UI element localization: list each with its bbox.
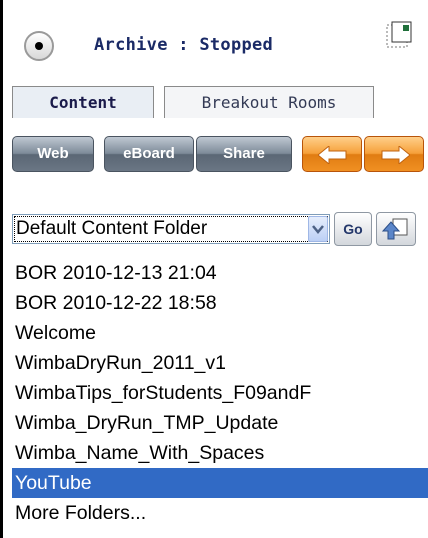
- share-button[interactable]: Share: [196, 136, 292, 172]
- selected-folder-label: Default Content Folder: [16, 218, 208, 239]
- folder-list-item[interactable]: BOR 2010-12-13 21:04: [12, 258, 428, 288]
- eboard-button[interactable]: eBoard: [104, 136, 194, 172]
- archive-status-text: Archive : Stopped: [94, 35, 274, 55]
- popout-window-icon[interactable]: [385, 21, 413, 51]
- content-tabs: Content Breakout Rooms: [12, 86, 420, 118]
- folder-list-item[interactable]: Wimba_Name_With_Spaces: [12, 438, 428, 468]
- arrow-left-icon: [318, 146, 347, 164]
- chevron-down-icon[interactable]: [308, 216, 328, 242]
- up-folder-icon: [381, 218, 408, 240]
- up-folder-button[interactable]: [376, 212, 416, 246]
- tab-breakout-rooms[interactable]: Breakout Rooms: [164, 86, 374, 118]
- archive-radio-button[interactable]: [24, 31, 54, 61]
- content-folder-select[interactable]: Default Content Folder: [12, 214, 330, 244]
- content-toolbar: Web eBoard Share: [12, 136, 424, 172]
- tab-content[interactable]: Content: [12, 86, 154, 118]
- archive-status: Archive : Stopped: [10, 21, 420, 73]
- next-button[interactable]: [364, 136, 424, 172]
- web-button[interactable]: Web: [12, 136, 94, 172]
- left-border: [0, 0, 3, 538]
- folder-list-item[interactable]: WimbaTips_forStudents_F09andF: [12, 378, 428, 408]
- folder-list-item[interactable]: Welcome: [12, 318, 428, 348]
- folder-list-item[interactable]: YouTube: [12, 468, 428, 498]
- folder-list: BOR 2010-12-13 21:04 BOR 2010-12-22 18:58…: [12, 258, 428, 528]
- folder-list-item[interactable]: WimbaDryRun_2011_v1: [12, 348, 428, 378]
- arrow-right-icon: [381, 146, 410, 164]
- folder-list-item[interactable]: BOR 2010-12-22 18:58: [12, 288, 428, 318]
- folder-list-item[interactable]: More Folders...: [12, 498, 428, 528]
- previous-button[interactable]: [302, 136, 362, 172]
- folder-list-item[interactable]: Wimba_DryRun_TMP_Update: [12, 408, 428, 438]
- go-button[interactable]: Go: [334, 212, 372, 246]
- folder-selector-row: Default Content Folder Go: [12, 210, 424, 250]
